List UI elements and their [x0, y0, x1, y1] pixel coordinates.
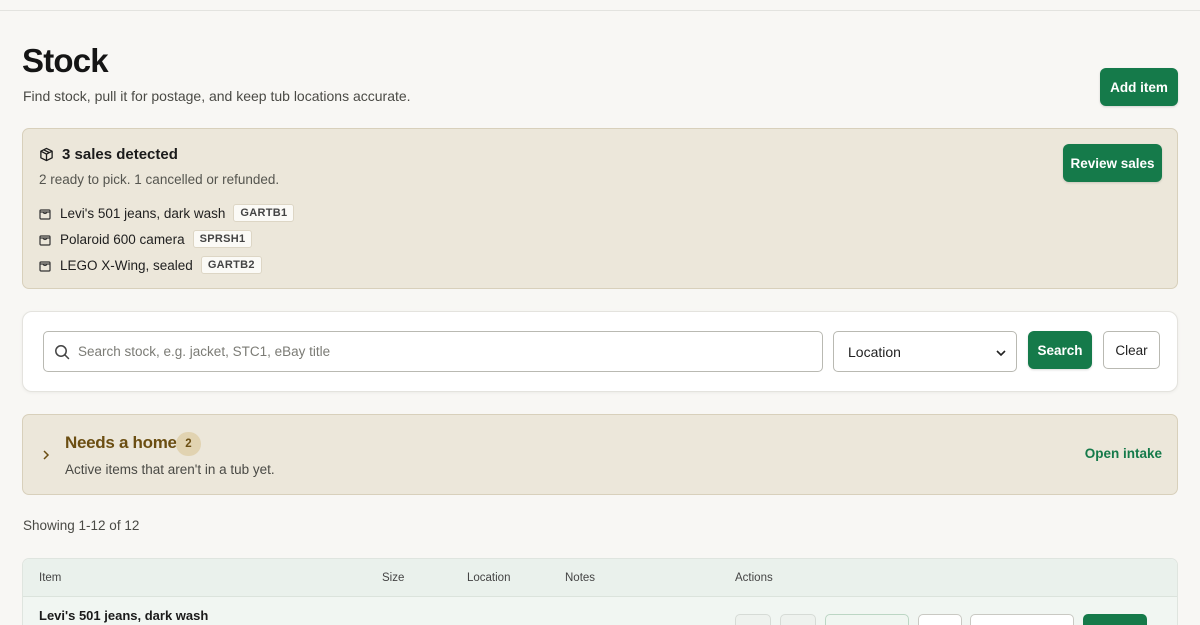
search-input[interactable] [78, 336, 808, 367]
row-primary-action-button[interactable] [1083, 614, 1147, 625]
review-sales-button[interactable]: Review sales [1063, 144, 1162, 182]
sku-badge: SPRSH1 [192, 230, 253, 248]
chevron-right-icon[interactable] [40, 448, 52, 462]
sales-title: 3 sales detected [62, 146, 178, 163]
search-button[interactable]: Search [1028, 331, 1092, 369]
sales-detected-panel: 3 sales detected 2 ready to pick. 1 canc… [22, 128, 1178, 289]
column-header-item: Item [39, 572, 62, 584]
sale-item: LEGO X-Wing, sealed GARTB2 [39, 252, 294, 278]
stock-table: Item Size Location Notes Actions Levi's … [22, 558, 1178, 625]
shopping-bag-icon [39, 207, 51, 220]
results-count: Showing 1-12 of 12 [23, 518, 140, 533]
sale-item-name: LEGO X-Wing, sealed [60, 257, 193, 273]
needs-home-panel[interactable]: Needs a home 2 Active items that aren't … [22, 414, 1178, 495]
table-header: Item Size Location Notes Actions [23, 559, 1177, 597]
chevron-down-icon [996, 344, 1006, 360]
add-item-button[interactable]: Add item [1100, 68, 1178, 106]
needs-home-title: Needs a home [65, 433, 177, 452]
shopping-bag-icon [39, 259, 51, 272]
sku-badge: GARTB2 [200, 256, 262, 274]
row-action-button[interactable] [918, 614, 962, 625]
column-header-location: Location [467, 572, 511, 584]
location-select[interactable]: Location [833, 331, 1017, 372]
row-action-button[interactable] [825, 614, 909, 625]
sale-item: Levi's 501 jeans, dark wash GARTB1 [39, 200, 295, 226]
table-row[interactable]: Levi's 501 jeans, dark wash [23, 597, 1177, 625]
page-subtitle: Find stock, pull it for postage, and kee… [23, 88, 411, 104]
package-icon [39, 147, 54, 162]
sale-item: Polaroid 600 camera SPRSH1 [39, 226, 294, 252]
page-title: Stock [22, 42, 109, 79]
sku-badge: GARTB1 [233, 204, 295, 222]
row-action-button[interactable] [780, 614, 816, 625]
shopping-bag-icon [39, 233, 51, 246]
row-action-button[interactable] [735, 614, 771, 625]
location-select-value: Location [848, 343, 901, 360]
column-header-actions: Actions [735, 572, 773, 584]
search-box[interactable] [43, 331, 823, 372]
clear-button[interactable]: Clear [1103, 331, 1160, 369]
needs-home-count-badge: 2 [176, 432, 201, 456]
row-action-button[interactable] [970, 614, 1074, 625]
needs-home-subtitle: Active items that aren't in a tub yet. [65, 462, 275, 477]
column-header-notes: Notes [565, 572, 596, 584]
sales-header: 3 sales detected [39, 146, 178, 163]
sales-summary: 2 ready to pick. 1 cancelled or refunded… [39, 172, 280, 187]
sales-list: Levi's 501 jeans, dark wash GARTB1 Polar… [39, 200, 295, 278]
column-header-size: Size [382, 572, 405, 584]
open-intake-link[interactable]: Open intake [1085, 446, 1162, 461]
search-icon [54, 344, 70, 360]
top-bar [0, 0, 1200, 11]
search-card: Location Search Clear [22, 311, 1178, 392]
item-name: Levi's 501 jeans, dark wash [39, 608, 209, 623]
sale-item-name: Polaroid 600 camera [60, 231, 185, 247]
sale-item-name: Levi's 501 jeans, dark wash [60, 205, 226, 221]
